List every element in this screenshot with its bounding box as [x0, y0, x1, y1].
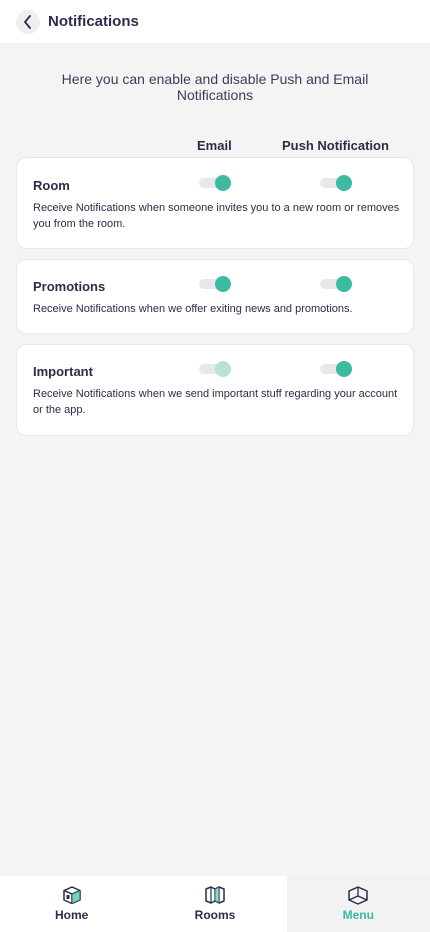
- push-toggle-important[interactable]: [320, 359, 354, 379]
- tab-label: Home: [54, 908, 89, 922]
- home-cube-icon: [62, 886, 81, 905]
- setting-card-promotions: Promotions Receive Notifications when we…: [16, 259, 414, 334]
- top-bar: Notifications: [0, 0, 430, 43]
- chevron-left-icon: [24, 14, 31, 29]
- tab-label: Menu: [342, 908, 374, 922]
- rooms-map-icon: [205, 886, 225, 904]
- setting-title: Promotions: [33, 279, 106, 294]
- setting-title: Room: [33, 178, 70, 193]
- setting-card-room: Room Receive Notifications when someone …: [16, 157, 414, 249]
- setting-card-important: Important Receive Notifications when we …: [16, 344, 414, 436]
- push-toggle-room[interactable]: [320, 173, 354, 193]
- tab-label: Rooms: [194, 908, 236, 922]
- bottom-tab-bar: Home Rooms Menu: [0, 876, 430, 932]
- email-column-header: Email: [197, 138, 232, 153]
- setting-description: Receive Notifications when someone invit…: [33, 202, 400, 230]
- email-toggle-promotions[interactable]: [199, 274, 233, 294]
- menu-box-icon: [348, 886, 369, 905]
- setting-description: Receive Notifications when we send impor…: [33, 388, 398, 416]
- email-toggle-important[interactable]: [199, 359, 233, 379]
- push-toggle-promotions[interactable]: [320, 274, 354, 294]
- setting-title: Important: [33, 364, 93, 379]
- tab-rooms[interactable]: Rooms: [143, 876, 286, 932]
- page-title: Notifications: [48, 13, 139, 30]
- intro-text: Here you can enable and disable Push and…: [61, 71, 369, 103]
- email-toggle-room[interactable]: [199, 173, 233, 193]
- push-column-header: Push Notification: [282, 138, 389, 153]
- setting-description: Receive Notifications when we offer exit…: [33, 303, 353, 315]
- tab-menu[interactable]: Menu: [286, 876, 430, 932]
- tab-home[interactable]: Home: [0, 876, 143, 932]
- back-button[interactable]: [16, 9, 40, 34]
